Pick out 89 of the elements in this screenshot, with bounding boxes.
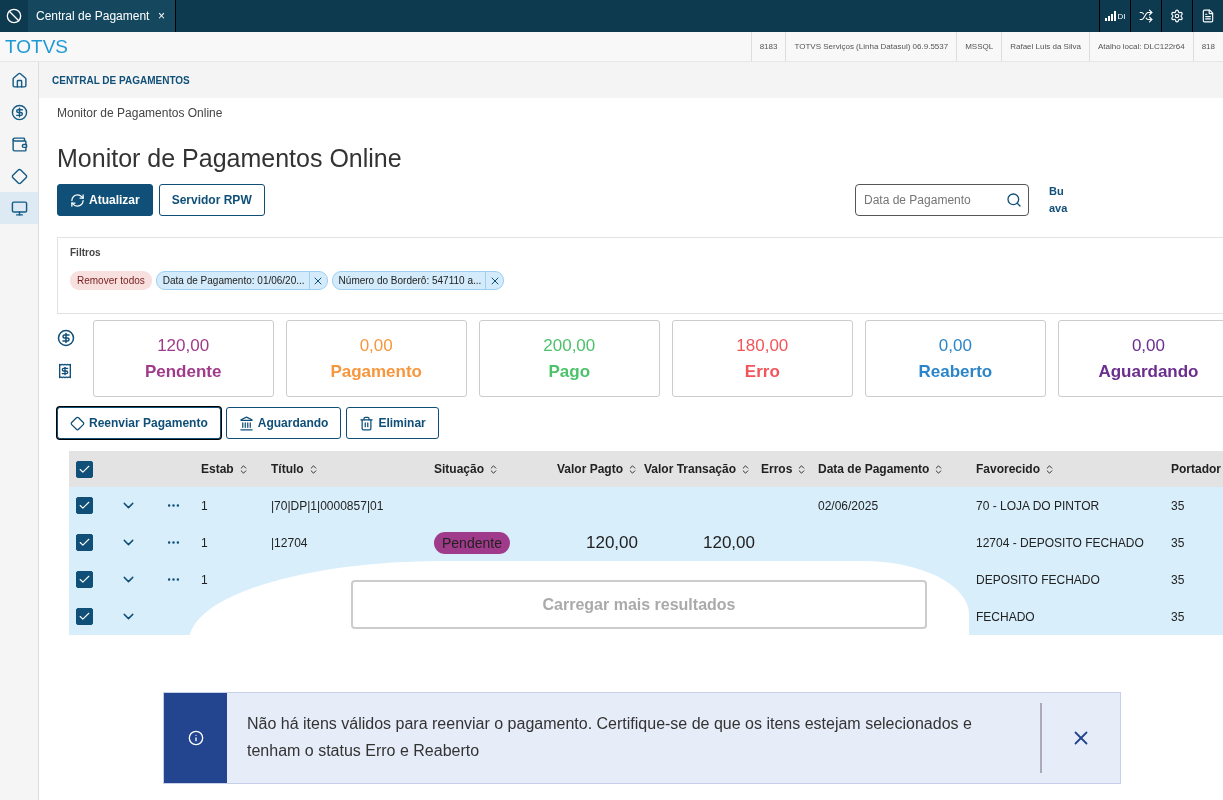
summary-label: Erro — [744, 361, 780, 382]
table-cell-text: 02/06/2025 — [818, 498, 880, 513]
receipt-icon[interactable] — [57, 363, 73, 379]
browser-tab[interactable]: Central de Pagament × — [28, 0, 176, 32]
table-cell-text: 120,00 — [585, 532, 639, 553]
summary-label: Pendente — [144, 361, 222, 382]
logo-text: TOTVS — [4, 35, 68, 58]
column-header[interactable]: Situação — [434, 462, 534, 476]
tab-close[interactable]: × — [158, 9, 165, 23]
column-header[interactable]: Estab — [201, 462, 271, 476]
column-header[interactable]: Data de Pagamento — [818, 462, 976, 476]
filter-title: Filtros — [70, 247, 102, 258]
check-icon — [78, 573, 91, 586]
summary-label: Pago — [548, 361, 591, 382]
sort-icon — [627, 463, 638, 475]
refresh-button[interactable]: Atualizar — [57, 184, 153, 216]
column-header[interactable]: Valor Transação — [644, 462, 761, 476]
action-button[interactable]: Eliminar — [346, 407, 439, 439]
table-row[interactable]: 1 |70|DP|1|0000857|01 02/06/2025 70 - LOJA DO PINTOR 35 — [69, 487, 1223, 524]
monitor-icon[interactable] — [0, 192, 38, 224]
info-item: 8183 — [750, 32, 786, 61]
column-header[interactable]: Erros — [761, 462, 818, 476]
column-header[interactable]: Favorecido — [976, 462, 1171, 476]
info-icon — [187, 730, 204, 746]
check-icon — [78, 536, 91, 549]
table-cell-text: 1 — [201, 498, 209, 513]
check-icon — [78, 499, 91, 512]
clear-filters-chip[interactable]: Remover todos — [70, 271, 152, 290]
summary-label: Pagamento — [330, 361, 422, 382]
action-button[interactable]: Aguardando — [225, 407, 342, 439]
summary-value: 180,00 — [736, 335, 789, 356]
dollar-icon[interactable] — [57, 329, 75, 347]
checkbox[interactable] — [76, 497, 93, 514]
table-cell-text: |70|DP|1|0000857|01 — [271, 498, 385, 513]
table-cell-text: 35 — [1171, 535, 1186, 550]
table-cell-text: 35 — [1171, 498, 1186, 513]
server-button[interactable]: Servidor RPW — [158, 184, 265, 216]
table-cell-text: 1 — [201, 535, 209, 550]
refresh-icon — [70, 192, 85, 208]
check-icon — [78, 610, 91, 623]
table-cell-text: 70 - LOJA DO PINTOR — [976, 498, 1101, 513]
checkbox[interactable] — [76, 460, 93, 478]
diamond-icon — [70, 415, 85, 431]
table-cell-text: |12704 — [271, 535, 309, 550]
summary-card[interactable]: 120,00 Pendente — [92, 320, 274, 397]
table-cell-text: 12704 - DEPOSITO FECHADO — [976, 535, 1145, 550]
advanced-search-link[interactable]: Bu ava — [1049, 183, 1069, 217]
action-button[interactable]: Reenviar Pagamento — [57, 407, 221, 439]
summary-label: Aguardando — [1098, 361, 1199, 382]
table-cell-text: 35 — [1171, 572, 1186, 587]
table-cell-text: 1 — [201, 572, 209, 587]
column-header[interactable]: Portador — [1171, 462, 1223, 476]
summary-value: 0,00 — [1131, 335, 1165, 356]
trash-icon — [359, 415, 375, 431]
summary-value: 120,00 — [157, 335, 210, 356]
page-title: Monitor de Pagamentos Online — [57, 144, 403, 173]
info-item: Rafael Luis da Silva — [1001, 32, 1089, 61]
toast-message: Não há itens válidos para reenviar o pagamento. Certifique-se de que os itens estejam selecionados e tenham o status Erro e Reaberto — [246, 714, 973, 761]
column-header[interactable]: Valor Pagto — [534, 462, 644, 476]
signal-label: DI — [1117, 11, 1126, 21]
filter-chip-label: Número do Borderô: 547110 a... — [337, 274, 483, 288]
info-item: MSSQL — [956, 32, 1002, 61]
checkbox[interactable] — [76, 571, 93, 588]
breadcrumb[interactable]: Monitor de Pagamentos Online — [57, 106, 1223, 120]
table-cell-text: DEPOSITO FECHADO — [976, 572, 1101, 587]
signal-icon — [1104, 11, 1117, 21]
summary-label: Reaberto — [918, 361, 993, 382]
info-item: TOTVS Serviços (Linha Datasul) 06.9.5537 — [785, 32, 957, 61]
table-cell-text: 35 — [1171, 609, 1186, 624]
checkbox[interactable] — [76, 534, 93, 551]
section-title: CENTRAL DE PAGAMENTOS — [52, 74, 190, 86]
search-field[interactable]: Data de Pagamento — [855, 184, 1029, 216]
table-cell-text: FECHADO — [976, 609, 1036, 624]
search-icon — [1006, 192, 1022, 208]
table-cell-text: 120,00 — [702, 532, 756, 553]
status-badge: Pendente — [434, 531, 510, 554]
sort-icon — [488, 463, 499, 475]
info-item: 818 — [1192, 32, 1223, 61]
summary-card[interactable]: 0,00 Aguardando — [1057, 320, 1223, 397]
filter-chip-label: Data de Pagamento: 01/06/20... — [161, 274, 306, 288]
column-header[interactable]: Título — [271, 462, 434, 476]
summary-card[interactable]: 0,00 Reaberto — [864, 320, 1046, 397]
info-item: Atalho local: DLC122r64 — [1088, 32, 1193, 61]
checkbox[interactable] — [76, 608, 93, 625]
bank-icon — [238, 415, 254, 431]
summary-value: 0,00 — [359, 335, 393, 356]
summary-value: 200,00 — [543, 335, 596, 356]
table-row[interactable]: 1 |12704 Pendente 120,00 120,00 12704 - DEPOSITO FECHADO 35 — [69, 524, 1223, 561]
summary-value: 0,00 — [938, 335, 972, 356]
